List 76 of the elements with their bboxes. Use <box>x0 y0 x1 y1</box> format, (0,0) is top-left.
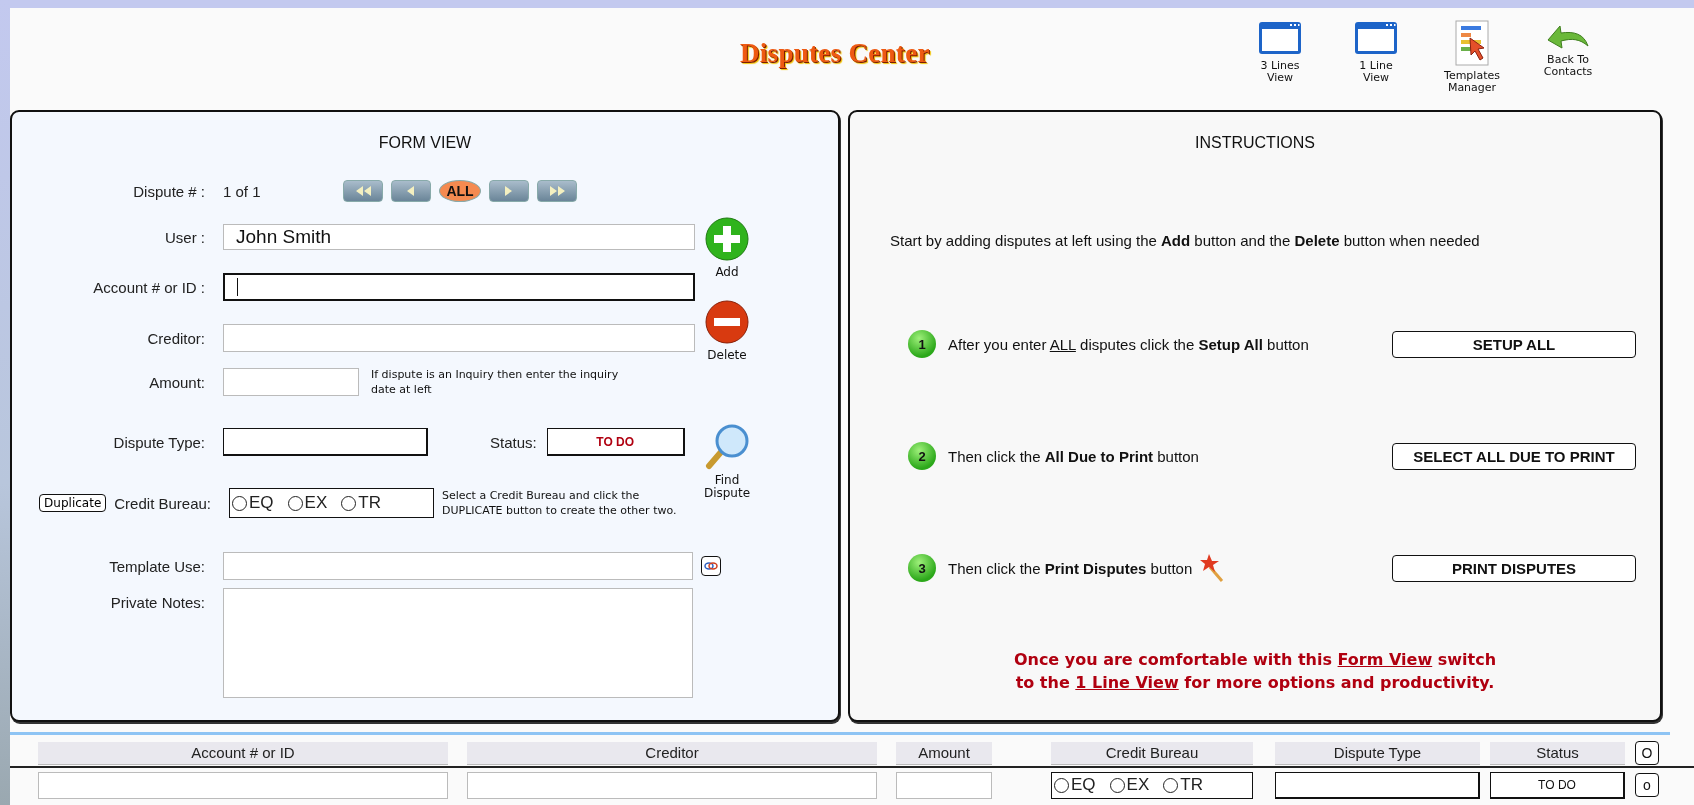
toolbar-button[interactable]: 3 Lines View <box>1236 20 1324 110</box>
all-button[interactable]: ALL <box>439 180 481 202</box>
toolbar-button[interactable]: Back To Contacts <box>1524 20 1612 110</box>
link-icon <box>704 561 718 571</box>
radio-option[interactable]: EQ <box>232 493 274 513</box>
instruction-text: Start by adding disputes at left using the Add button and the Delete button when needed <box>890 232 1481 249</box>
column-header: Account # or ID <box>38 741 448 765</box>
status-field[interactable]: TO DO <box>546 428 685 456</box>
search-icon <box>703 422 751 470</box>
amount-field[interactable] <box>223 368 359 396</box>
radio-option[interactable]: EX <box>287 493 328 513</box>
nav-button[interactable] <box>537 180 577 202</box>
tip-text: Once you are comfortable with this Form View switch to the 1 Line View for more options and productivity. <box>1012 649 1498 694</box>
window-icon <box>1258 20 1302 56</box>
dispute-counter: 1 of 1 <box>223 182 262 200</box>
duplicate-button[interactable]: Duplicate <box>39 494 107 512</box>
nav-button[interactable] <box>343 180 383 202</box>
action-button[interactable]: SELECT ALL DUE TO PRINT <box>1392 442 1636 470</box>
user-field[interactable]: John Smith <box>223 224 695 250</box>
creditor-field[interactable] <box>223 324 695 352</box>
notes-field[interactable] <box>223 588 693 698</box>
field-label: Account # or ID : <box>93 278 205 296</box>
radio-option[interactable]: EQ <box>1054 775 1096 795</box>
nav-button[interactable] <box>391 180 431 202</box>
find-button[interactable]: Find Dispute <box>697 422 757 500</box>
step-number: 1 <box>908 330 936 358</box>
toolbar-button[interactable]: Templates Manager <box>1428 20 1516 110</box>
step-text: After you enter ALL disputes click the Setup All button <box>948 335 1309 353</box>
column-header: Dispute Type <box>1275 741 1480 765</box>
field-label: Dispute Type: <box>113 433 205 451</box>
link-button[interactable] <box>701 556 721 576</box>
radio-option[interactable]: TR <box>1163 775 1203 795</box>
action-button[interactable]: PRINT DISPUTES <box>1392 554 1636 582</box>
field-label: Creditor: <box>147 329 205 347</box>
panel-heading: INSTRUCTIONS <box>1194 134 1316 153</box>
step-text: Then click the All Due to Print button <box>948 447 1199 465</box>
nav-button[interactable] <box>489 180 529 202</box>
double-arrow-icon <box>547 183 567 199</box>
field-label: Private Notes: <box>110 594 205 611</box>
column-header: Creditor <box>467 741 877 765</box>
table-field[interactable] <box>896 771 992 799</box>
column-header: Credit Bureau <box>1051 741 1253 765</box>
column-button[interactable]: O <box>1635 741 1659 765</box>
step-number: 2 <box>908 442 936 470</box>
field-label: Dispute # : <box>133 182 205 200</box>
window-icon <box>1354 20 1398 56</box>
table-field[interactable] <box>467 771 877 799</box>
step-number: 3 <box>908 554 936 582</box>
column-header: Status <box>1490 741 1625 765</box>
dispute-type-field[interactable] <box>223 428 428 456</box>
delete-button[interactable]: Delete <box>697 299 757 362</box>
account-field[interactable] <box>223 273 695 301</box>
panel-heading: FORM VIEW <box>377 134 473 153</box>
dispute-type-field[interactable] <box>1275 771 1480 799</box>
toolbar-button[interactable]: 1 Line View <box>1332 20 1420 110</box>
document-pointer-icon <box>1454 20 1490 66</box>
field-label: Credit Bureau: <box>114 494 211 512</box>
field-label: Template Use: <box>109 557 205 575</box>
add-button[interactable]: Add <box>697 216 757 279</box>
template-field[interactable] <box>223 552 693 580</box>
table-field[interactable] <box>38 771 448 799</box>
step-text: Then click the Print Disputes button <box>948 559 1193 577</box>
radio-option[interactable]: EX <box>1109 775 1150 795</box>
minus-icon <box>704 299 750 345</box>
hint-text: Select a Credit Bureau and click the DUPLICATE button to create the other two. <box>442 488 678 518</box>
status-field[interactable]: TO DO <box>1490 771 1625 799</box>
action-button[interactable]: SETUP ALL <box>1392 330 1636 358</box>
field-label: User : <box>165 228 205 246</box>
hint-text: If dispute is an Inquiry then enter the inquiry date at left <box>371 367 620 397</box>
row-button[interactable]: o <box>1635 773 1659 797</box>
radio-option[interactable]: TR <box>341 493 381 513</box>
field-label: Amount: <box>149 373 205 391</box>
field-label: Status: <box>490 433 537 451</box>
plus-icon <box>704 216 750 262</box>
page-title: Disputes Center <box>740 38 930 69</box>
column-header: Amount <box>896 741 992 765</box>
